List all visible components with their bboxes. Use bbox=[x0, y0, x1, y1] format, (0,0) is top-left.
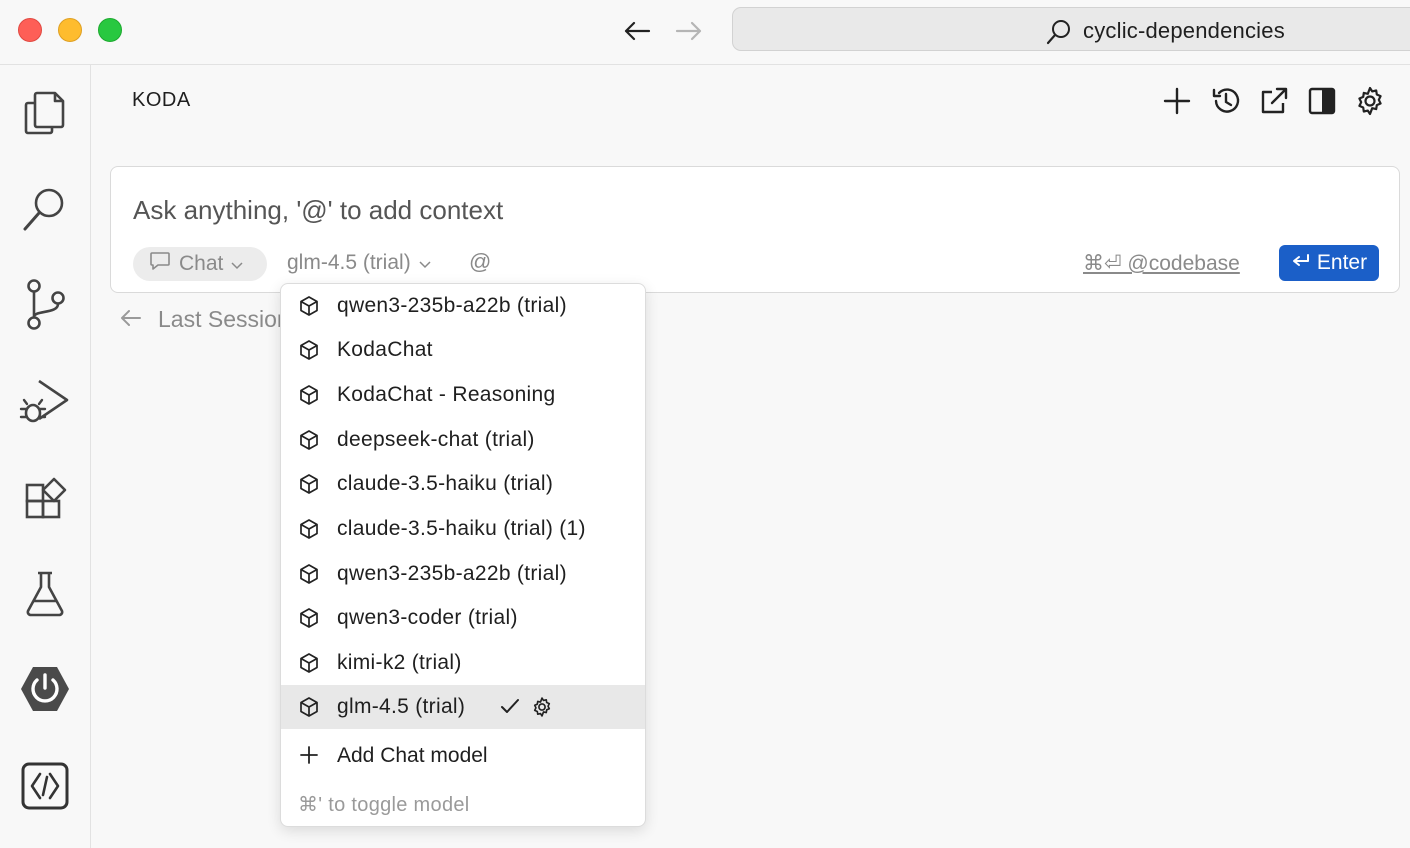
back-arrow-icon bbox=[120, 306, 142, 333]
model-option[interactable]: claude-3.5-haiku (trial) (1) bbox=[281, 507, 645, 551]
chat-input-card: Ask anything, '@' to add context Chat gl… bbox=[110, 166, 1400, 293]
model-option-label: KodaChat bbox=[337, 338, 433, 361]
close-window-button[interactable] bbox=[18, 18, 42, 42]
panel-title: KODA bbox=[132, 89, 191, 111]
model-option-label: qwen3-235b-a22b (trial) bbox=[337, 294, 567, 317]
enter-button[interactable]: Enter bbox=[1279, 245, 1379, 281]
model-option[interactable]: qwen3-235b-a22b (trial) bbox=[281, 552, 645, 596]
model-option-label: deepseek-chat (trial) bbox=[337, 428, 535, 451]
settings-icon[interactable] bbox=[1353, 84, 1387, 118]
title-bar: cyclic-dependencies bbox=[0, 0, 1410, 65]
model-option-label: KodaChat - Reasoning bbox=[337, 383, 556, 406]
last-session-link[interactable]: Last Session bbox=[120, 306, 290, 333]
plus-icon bbox=[299, 745, 319, 771]
cube-icon bbox=[298, 473, 320, 501]
model-option-label: claude-3.5-haiku (trial) (1) bbox=[337, 517, 586, 540]
cube-icon bbox=[298, 518, 320, 546]
last-session-label: Last Session bbox=[158, 306, 290, 332]
cube-icon bbox=[298, 607, 320, 635]
mode-selector[interactable]: Chat bbox=[133, 247, 267, 281]
forward-arrow-icon[interactable] bbox=[673, 16, 705, 46]
model-label: glm-4.5 (trial) bbox=[287, 251, 411, 274]
codebase-link[interactable]: ⌘⏎ @codebase bbox=[1083, 251, 1240, 276]
maximize-window-button[interactable] bbox=[98, 18, 122, 42]
model-option[interactable]: KodaChat - Reasoning bbox=[281, 373, 645, 417]
return-icon bbox=[1291, 251, 1311, 275]
cube-icon bbox=[298, 384, 320, 412]
add-chat-model-button[interactable]: Add Chat model bbox=[281, 734, 645, 778]
chevron-down-icon bbox=[231, 252, 243, 276]
cube-icon bbox=[298, 696, 320, 724]
model-option[interactable]: qwen3-coder (trial) bbox=[281, 596, 645, 640]
checkmark-icon bbox=[499, 695, 521, 723]
command-center-search[interactable]: cyclic-dependencies bbox=[732, 7, 1410, 51]
toggle-model-hint: ⌘' to toggle model bbox=[298, 794, 470, 816]
enter-label: Enter bbox=[1316, 251, 1368, 274]
search-icon[interactable] bbox=[19, 183, 71, 235]
search-icon bbox=[1045, 18, 1073, 51]
testing-icon[interactable] bbox=[19, 568, 71, 620]
run-debug-icon[interactable] bbox=[19, 375, 71, 427]
chat-input[interactable]: Ask anything, '@' to add context bbox=[133, 195, 503, 226]
model-settings-gear-icon[interactable] bbox=[531, 696, 553, 724]
model-option-label: qwen3-235b-a22b (trial) bbox=[337, 562, 567, 585]
add-context-button[interactable]: @ bbox=[469, 249, 491, 275]
model-selector[interactable]: glm-4.5 (trial) bbox=[287, 251, 431, 275]
model-option-label: kimi-k2 (trial) bbox=[337, 651, 462, 674]
add-chat-model-label: Add Chat model bbox=[337, 744, 488, 767]
model-option[interactable]: claude-3.5-haiku (trial) bbox=[281, 462, 645, 506]
model-option[interactable]: KodaChat bbox=[281, 328, 645, 372]
cube-icon bbox=[298, 339, 320, 367]
spring-boot-icon[interactable] bbox=[19, 663, 71, 715]
cube-icon bbox=[298, 295, 320, 323]
back-arrow-icon[interactable] bbox=[621, 16, 653, 46]
model-option-label: claude-3.5-haiku (trial) bbox=[337, 472, 554, 495]
model-option-selected[interactable]: glm-4.5 (trial) bbox=[281, 685, 645, 729]
history-icon[interactable] bbox=[1209, 84, 1243, 118]
mode-label: Chat bbox=[179, 252, 224, 275]
chat-bubble-icon bbox=[149, 251, 171, 277]
model-option[interactable]: qwen3-235b-a22b (trial) bbox=[281, 284, 645, 328]
minimize-window-button[interactable] bbox=[58, 18, 82, 42]
search-text: cyclic-dependencies bbox=[1083, 18, 1285, 43]
open-in-editor-icon[interactable] bbox=[1257, 84, 1291, 118]
remote-icon[interactable] bbox=[19, 760, 71, 812]
model-option-label: glm-4.5 (trial) bbox=[337, 695, 466, 718]
source-control-icon[interactable] bbox=[19, 279, 71, 331]
model-option-label: qwen3-coder (trial) bbox=[337, 606, 518, 629]
new-chat-icon[interactable] bbox=[1160, 84, 1194, 118]
model-option[interactable]: kimi-k2 (trial) bbox=[281, 641, 645, 685]
cube-icon bbox=[298, 429, 320, 457]
model-option[interactable]: deepseek-chat (trial) bbox=[281, 418, 645, 462]
chevron-down-icon bbox=[419, 251, 431, 275]
explorer-icon[interactable] bbox=[19, 85, 71, 137]
model-dropdown: qwen3-235b-a22b (trial) KodaChat KodaCha… bbox=[280, 283, 646, 827]
extensions-icon[interactable] bbox=[19, 473, 71, 525]
cube-icon bbox=[298, 652, 320, 680]
cube-icon bbox=[298, 563, 320, 591]
toggle-panel-icon[interactable] bbox=[1305, 84, 1339, 118]
activity-bar bbox=[0, 65, 91, 848]
